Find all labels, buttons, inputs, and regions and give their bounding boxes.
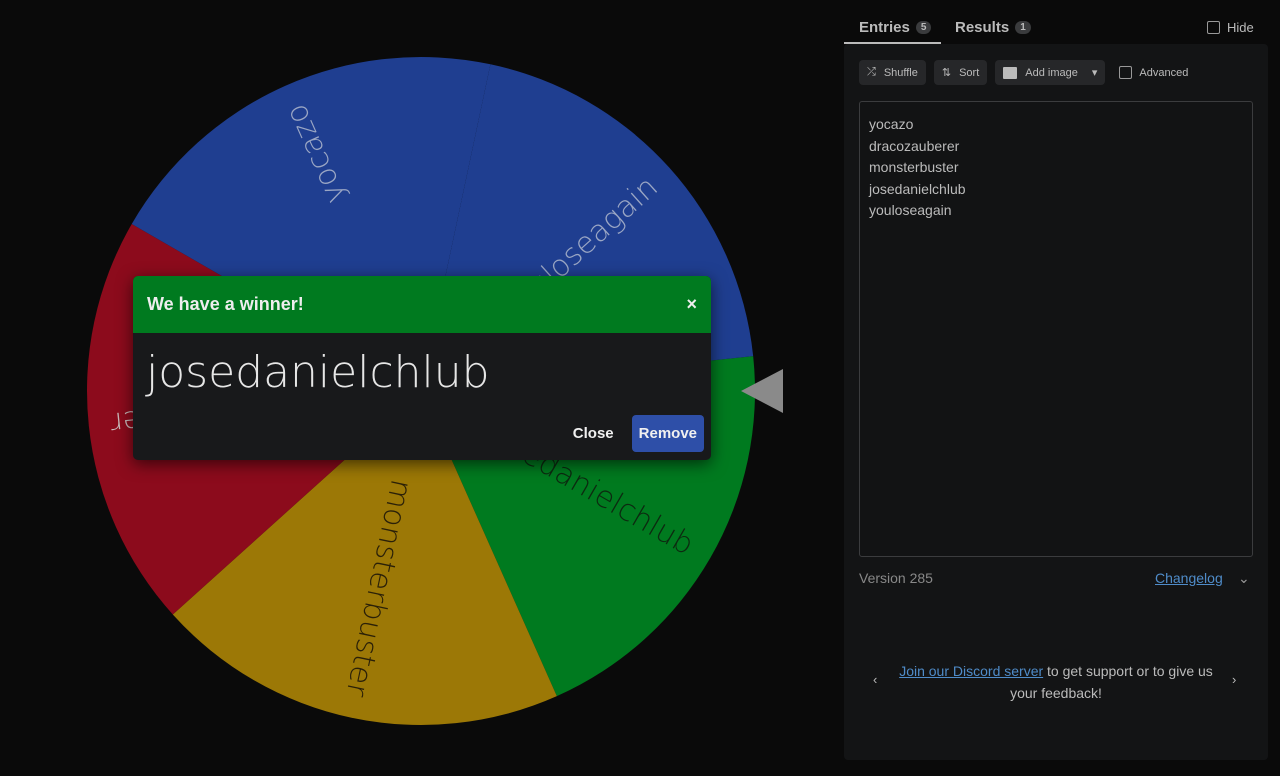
sort-label: Sort [959,66,980,79]
close-button[interactable]: Close [565,417,622,450]
advanced-checkbox[interactable]: Advanced [1119,66,1188,79]
checkbox-icon [1207,21,1220,34]
remove-button[interactable]: Remove [631,415,704,452]
chevron-down-icon[interactable]: ⌄ [1238,570,1250,587]
tab-label: Results [955,19,1010,36]
shuffle-button[interactable]: ⤮ Shuffle [859,60,926,85]
image-icon [1003,66,1018,79]
entries-count-badge: 5 [915,21,932,34]
entry-line: dracozauberer [869,137,960,154]
entry-line: yocazo [869,116,914,132]
hide-checkbox[interactable]: Hide [1207,20,1254,35]
add-image-button[interactable]: Add image ▾ [995,60,1106,85]
tab-results[interactable]: Results 1 [955,19,1031,36]
version-text: Version 285 [859,570,933,586]
sort-button[interactable]: ⇅ Sort [933,60,988,85]
hide-label: Hide [1227,20,1254,35]
caret-down-icon: ▾ [1091,67,1098,79]
chevron-left-icon[interactable]: ‹ [873,672,877,687]
wheel-pointer-icon [741,369,783,413]
results-count-badge: 1 [1015,21,1031,34]
sort-icon: ⇅ [941,67,952,79]
winner-dialog: We have a winner! × josedanielchlub Clos… [133,276,711,460]
tab-entries[interactable]: Entries 5 [859,19,932,36]
tab-label: Entries [859,19,910,36]
add-image-label: Add image [1025,66,1078,79]
chevron-right-icon[interactable]: › [1232,672,1236,687]
close-icon[interactable]: × [686,294,697,315]
discord-message: Join our Discord server to get support o… [895,660,1217,704]
entry-line: monsterbuster [869,159,959,176]
shuffle-icon: ⤮ [867,66,876,78]
entries-textarea[interactable]: yocazo dracozauberer monsterbuster josedani… [859,101,1253,557]
dialog-title: We have a winner! [147,294,304,314]
checkbox-icon [1119,66,1133,79]
entry-line: youloseagain [869,202,952,219]
advanced-label: Advanced [1139,66,1189,79]
changelog-link[interactable]: Changelog [1155,570,1223,586]
shuffle-label: Shuffle [883,66,918,79]
entry-line: josedanielchlub [869,180,966,197]
discord-link[interactable]: Join our Discord server [899,663,1043,679]
winner-name: josedanielchlub [146,347,490,398]
